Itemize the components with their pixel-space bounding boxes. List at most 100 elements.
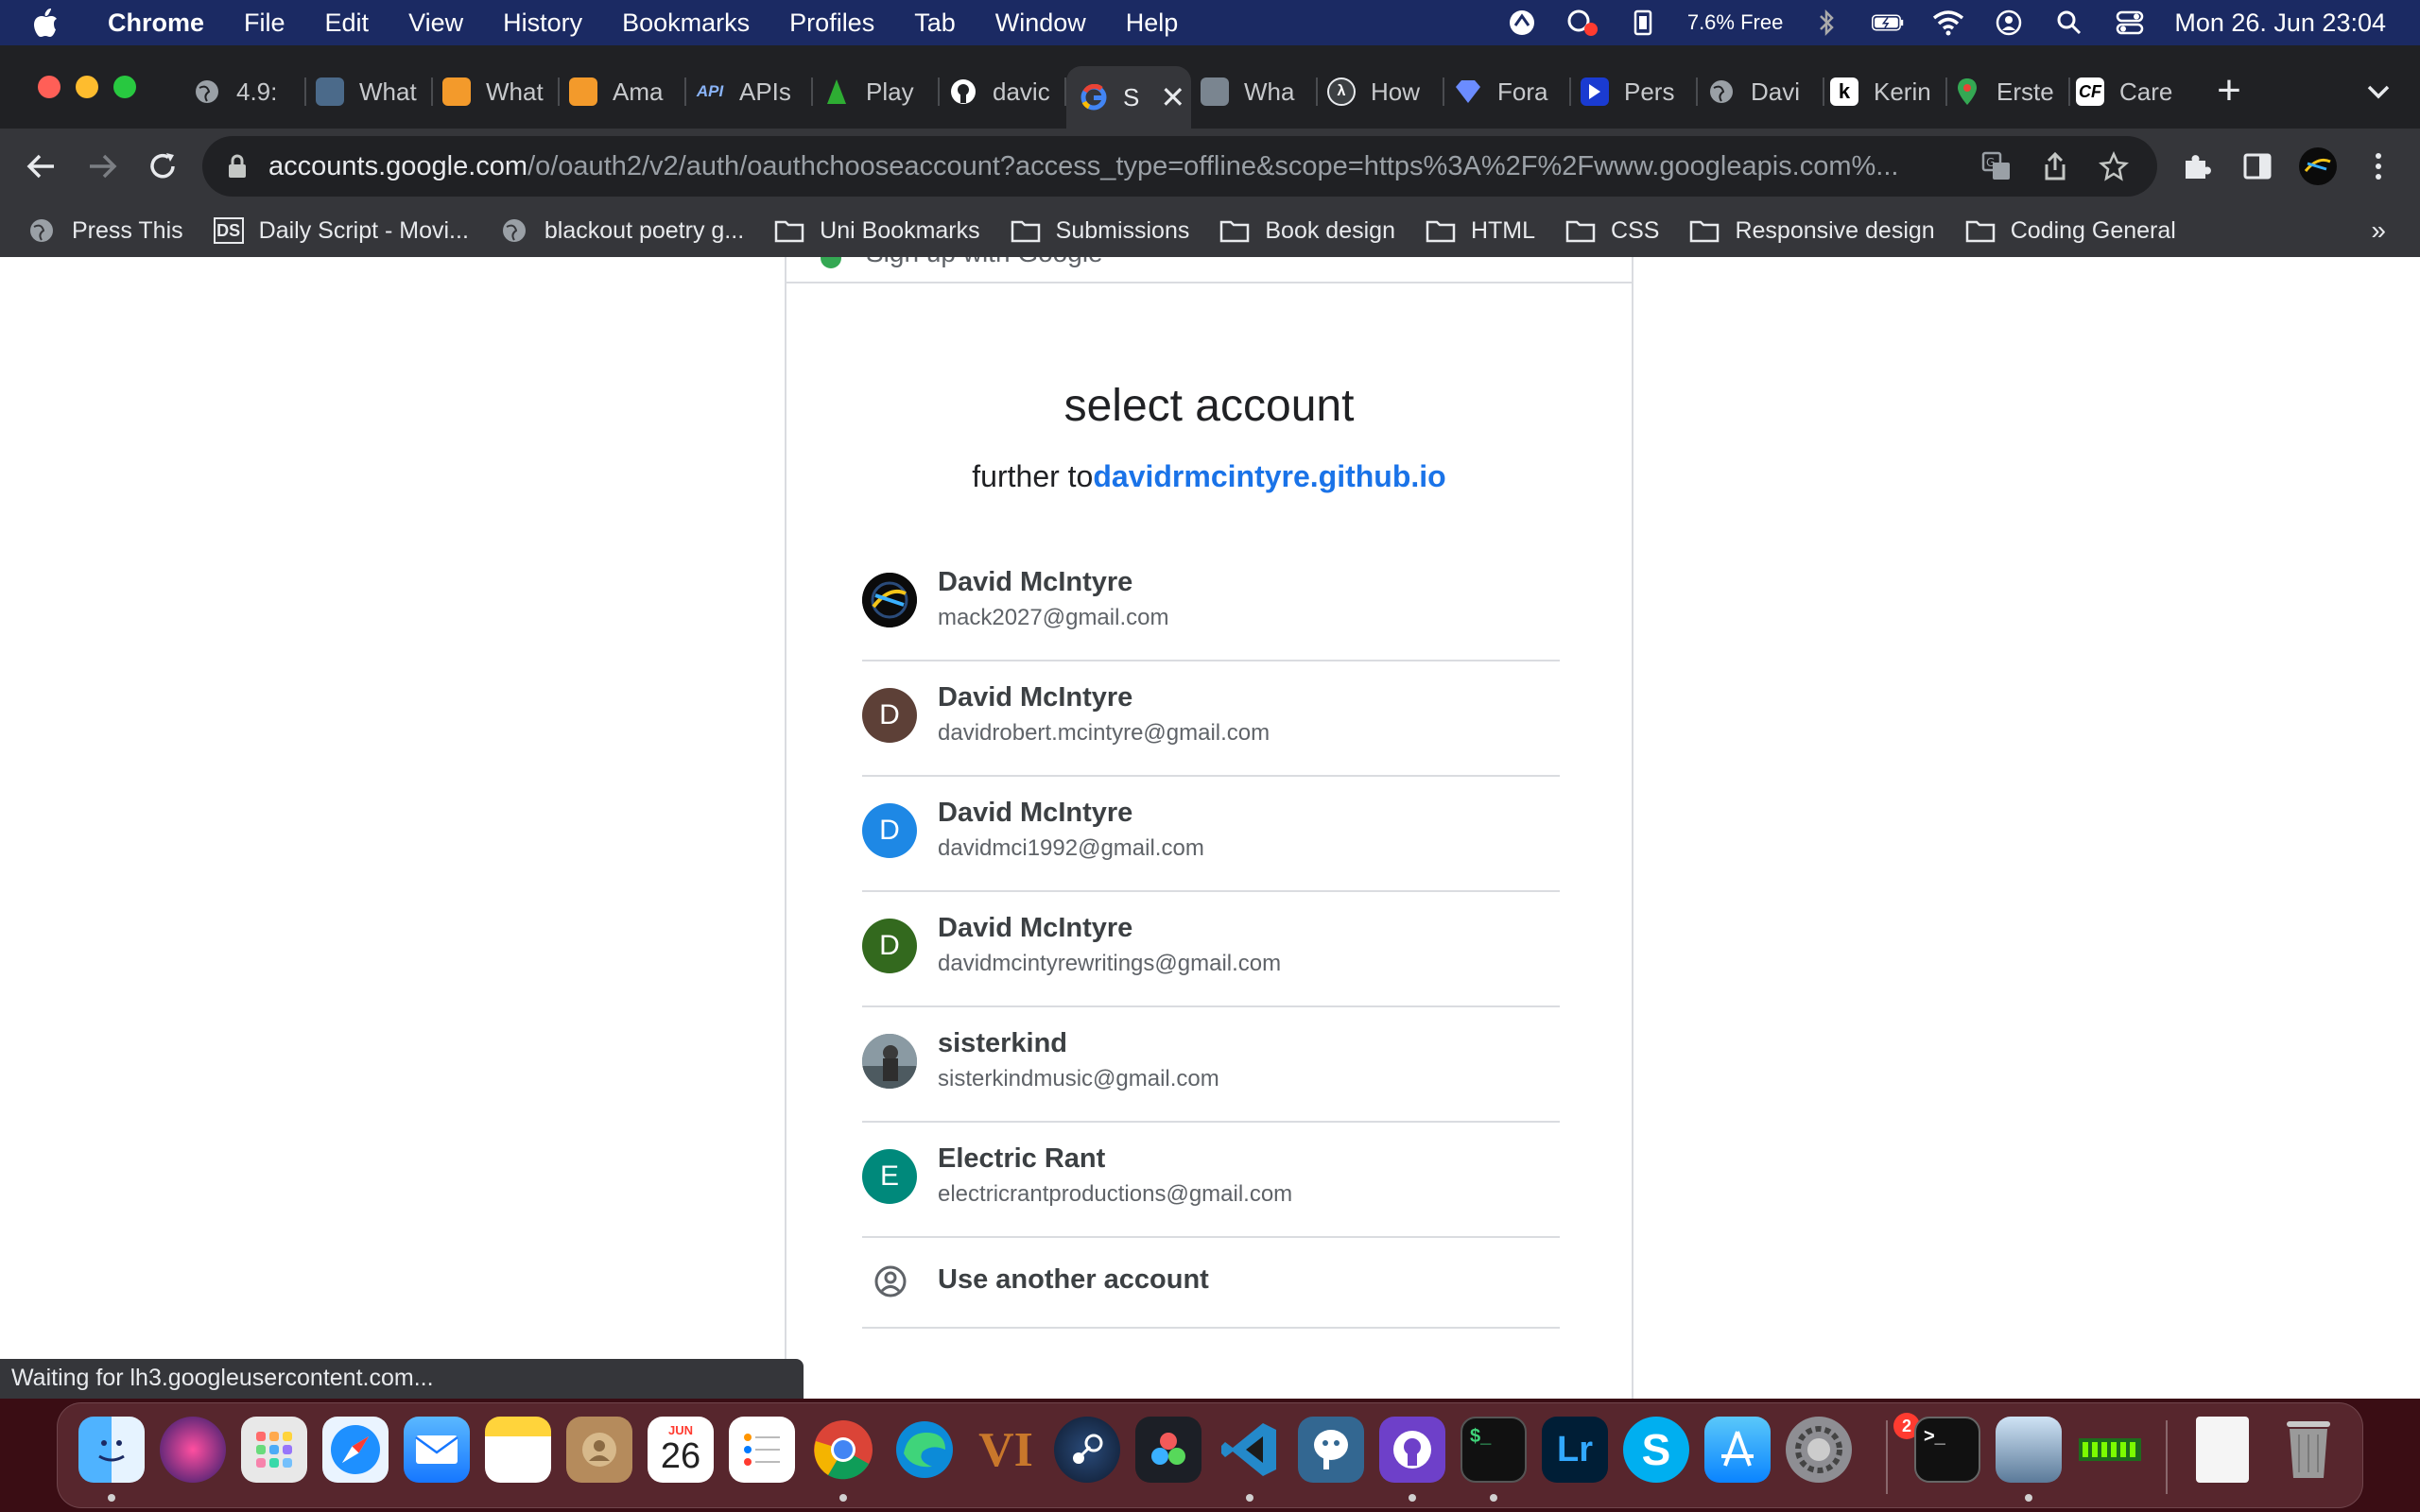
menu-profiles[interactable]: Profiles [789,9,874,38]
tab-12[interactable]: Pers [1581,66,1698,117]
account-row[interactable]: D David McIntyre davidmcintyrewritings@g… [862,892,1560,1007]
notes-icon[interactable] [485,1417,551,1483]
lock-icon[interactable] [227,153,250,180]
calendar-icon[interactable]: JUN 26 [648,1417,714,1483]
profile-avatar[interactable] [2297,146,2339,187]
user-account-icon[interactable] [1993,7,2025,39]
account-row[interactable]: David McIntyre mack2027@gmail.com [862,546,1560,662]
document-stack-icon[interactable] [2196,1417,2249,1483]
bookmark-folder-responsive[interactable]: Responsive design [1689,217,1935,245]
davinci-resolve-icon[interactable] [1135,1417,1201,1483]
tab-13[interactable]: Davi [1707,66,1824,117]
url-text[interactable]: accounts.google.com/o/oauth2/v2/auth/oau… [268,151,1970,182]
extensions-puzzle-icon[interactable] [2176,146,2218,187]
bookmark-folder-coding[interactable]: Coding General [1965,217,2176,245]
reload-icon[interactable] [142,146,183,187]
tab-search-chevron-icon[interactable] [2360,77,2397,108]
account-row[interactable]: E Electric Rant electricrantproductions@… [862,1123,1560,1238]
github-desktop-icon[interactable] [1379,1417,1445,1483]
tab-active[interactable]: S ✕ [1066,66,1191,129]
control-center-icon[interactable] [2114,7,2146,39]
bookmark-folder-submissions[interactable]: Submissions [1011,217,1189,245]
app-domain-link[interactable]: davidrmcintyre.github.io [1093,459,1445,493]
battery-charging-icon[interactable] [1872,7,1904,39]
tab-9[interactable]: Wha [1201,66,1318,117]
launchpad-icon[interactable] [241,1417,307,1483]
close-window-button[interactable] [38,76,60,98]
bookmarks-overflow-button[interactable]: » [2371,215,2386,246]
spotlight-search-icon[interactable] [2053,7,2085,39]
bookmark-press-this[interactable]: Press This [26,217,183,245]
menu-window[interactable]: Window [995,9,1086,38]
terminal-icon[interactable]: $_ [1461,1417,1527,1483]
menu-help[interactable]: Help [1126,9,1179,38]
bookmark-folder-book-design[interactable]: Book design [1219,217,1395,245]
vim-icon[interactable]: VI [973,1417,1039,1483]
mail-icon[interactable] [404,1417,470,1483]
menu-clock[interactable]: Mon 26. Jun 23:04 [2174,9,2386,38]
memory-chip-icon[interactable] [1627,7,1659,39]
lightroom-icon[interactable]: Lr [1542,1417,1608,1483]
menu-app-name[interactable]: Chrome [108,9,204,38]
safari-icon[interactable] [322,1417,389,1483]
creative-cloud-icon[interactable] [1566,7,1599,39]
tab-15[interactable]: Erste [1953,66,2070,117]
finder-icon[interactable] [78,1417,145,1483]
menu-file[interactable]: File [244,9,285,38]
tab-7[interactable]: davic [949,66,1066,117]
tab-14[interactable]: k Kerin [1830,66,1947,117]
new-tab-button[interactable]: + [2210,70,2248,112]
bookmark-folder-uni[interactable]: Uni Bookmarks [774,217,980,245]
minimize-window-button[interactable] [76,76,98,98]
bluetooth-off-icon[interactable] [1811,7,1843,39]
preview-window-icon[interactable] [1996,1417,2062,1483]
share-icon[interactable] [2042,151,2068,186]
siri-icon[interactable] [160,1417,226,1483]
chrome-menu-icon[interactable] [2358,146,2399,187]
bookmark-blackout-poetry[interactable]: blackout poetry g... [499,217,744,245]
bookmark-folder-html[interactable]: HTML [1426,217,1535,245]
zoom-window-button[interactable] [113,76,136,98]
side-panel-icon[interactable] [2237,146,2278,187]
signup-with-google-row[interactable]: Sign up with Google [786,257,1632,284]
contacts-icon[interactable] [566,1417,632,1483]
tab-1[interactable]: 4.9: [189,66,306,117]
system-settings-icon[interactable] [1786,1417,1852,1483]
app-store-icon[interactable] [1704,1417,1771,1483]
menu-history[interactable]: History [503,9,582,38]
reminders-icon[interactable] [729,1417,795,1483]
menu-tab[interactable]: Tab [914,9,956,38]
wifi-icon[interactable] [1932,7,1964,39]
account-row[interactable]: sisterkind sisterkindmusic@gmail.com [862,1007,1560,1123]
terminal-window-icon[interactable]: >_ [1914,1417,1980,1483]
bookmark-daily-script[interactable]: DS Daily Script - Movi... [213,217,469,245]
forward-arrow-icon[interactable] [81,146,123,187]
vscode-icon[interactable] [1217,1417,1283,1483]
apple-logo-icon[interactable] [32,8,81,38]
edge-icon[interactable] [891,1417,958,1483]
tab-3[interactable]: What [442,66,560,117]
bookmark-folder-css[interactable]: CSS [1565,217,1659,245]
steam-icon[interactable] [1054,1417,1120,1483]
menu-edit[interactable]: Edit [325,9,370,38]
tab-2[interactable]: What [316,66,433,117]
menu-bookmarks[interactable]: Bookmarks [622,9,750,38]
tab-6[interactable]: Play [822,66,940,117]
account-row[interactable]: D David McIntyre davidmci1992@gmail.com [862,777,1560,892]
account-row[interactable]: D David McIntyre davidrobert.mcintyre@gm… [862,662,1560,777]
trash-icon[interactable] [2275,1417,2342,1483]
bookmark-star-icon[interactable] [2099,150,2129,186]
vpn-shield-icon[interactable] [1506,7,1538,39]
close-tab-icon[interactable]: ✕ [1160,79,1185,115]
skype-icon[interactable]: S [1623,1417,1689,1483]
back-arrow-icon[interactable] [21,146,62,187]
chrome-icon[interactable] [810,1417,876,1483]
memory-monitor-icon[interactable] [2077,1417,2143,1483]
address-bar[interactable]: accounts.google.com/o/oauth2/v2/auth/oau… [202,136,2157,197]
tab-10[interactable]: λ How [1327,66,1444,117]
tab-11[interactable]: Fora [1454,66,1571,117]
tab-4[interactable]: Ama [569,66,686,117]
use-another-account-button[interactable]: Use another account [862,1236,1560,1329]
tab-16[interactable]: CF Care [2076,66,2193,117]
postgres-icon[interactable] [1298,1417,1364,1483]
